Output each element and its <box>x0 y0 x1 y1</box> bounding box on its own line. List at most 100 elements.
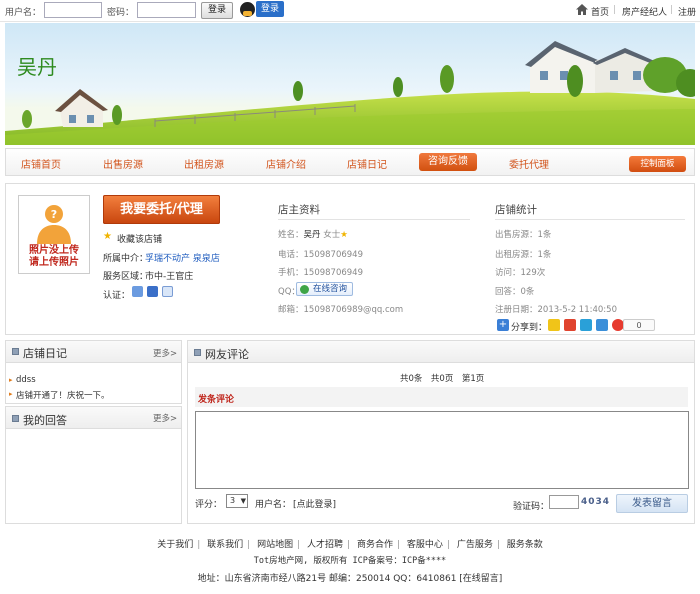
owner-mobile: 15098706949 <box>303 268 364 278</box>
svg-text:?: ? <box>51 208 57 221</box>
rent-count: 1条 <box>537 250 552 260</box>
owner-phone-row: 电话：15098706949 <box>278 248 363 260</box>
password-input[interactable] <box>137 2 196 18</box>
register-link[interactable]: 注册 <box>678 5 696 18</box>
footer-link-sitemap[interactable]: 网站地图 <box>257 540 293 550</box>
nav-shop-intro[interactable]: 店铺介绍 <box>266 156 306 171</box>
square-bullet-icon <box>12 348 19 355</box>
comments-header <box>188 341 694 363</box>
favorite-shop-link[interactable]: 收藏该店铺 <box>117 232 162 245</box>
reg-date-label: 注册日期： <box>495 305 538 315</box>
score-select[interactable]: 3 ▼ <box>226 494 248 508</box>
service-area-value: 市中-王官庄 <box>145 272 194 282</box>
mobile-label: 手机： <box>278 268 304 278</box>
square-bullet-icon <box>194 349 201 356</box>
shop-banner: 吴丹 <box>5 23 695 145</box>
owner-email: 15098706989@qq.com <box>303 305 404 315</box>
star-icon: ★ <box>103 231 112 242</box>
entrust-agency-button[interactable]: 我要委托/代理 <box>103 195 220 224</box>
answers-more-link[interactable]: 更多> <box>153 412 177 424</box>
footer-link-terms[interactable]: 服务条款 <box>507 540 543 550</box>
password-label: 密码： <box>107 8 135 18</box>
share-plus-icon[interactable]: + <box>497 319 509 331</box>
license-cert-icon <box>162 286 173 297</box>
username-label: 用户名： <box>5 8 42 18</box>
divider <box>495 219 685 220</box>
rent-label: 出租房源： <box>495 250 538 260</box>
captcha-image[interactable]: 4034 <box>581 497 610 507</box>
owner-mobile-row: 手机：15098706949 <box>278 266 363 278</box>
owner-email-row: 邮箱：15098706989@qq.com <box>278 303 403 315</box>
nav-consult-feedback[interactable]: 咨询反馈 <box>419 153 477 171</box>
footer-link-jobs[interactable]: 人才招聘 <box>307 540 343 550</box>
comments-pager: 共0条 共0页 第1页 <box>400 374 485 384</box>
tencent-weibo-share-icon[interactable] <box>580 319 592 331</box>
bullet-icon: ▸ <box>9 390 13 398</box>
owner-name: 吴丹 <box>303 230 321 240</box>
nav-entrust-agency[interactable]: 委托代理 <box>509 156 549 171</box>
qq-penguin-icon[interactable] <box>240 2 255 17</box>
login-button[interactable]: 登录 <box>201 2 233 19</box>
nav-shop-diary[interactable]: 店铺日记 <box>347 156 387 171</box>
footer-address: 地址：山东省济南市经八路21号 邮编：250014 QQ：6410861 [在线… <box>197 574 503 584</box>
agency-label: 所属中介： <box>103 254 149 264</box>
photo-missing-text: 照片没上传 请上传照片 <box>20 245 88 269</box>
qq-login-button[interactable]: 登录 <box>256 1 284 17</box>
share-label: 分享到： <box>511 323 548 333</box>
score-value: 3 <box>230 496 236 505</box>
weibo-share-icon[interactable] <box>564 319 576 331</box>
qzone-share-icon[interactable] <box>548 319 560 331</box>
footer-link-ads[interactable]: 广告服务 <box>457 540 493 550</box>
control-panel-button[interactable]: 控制面板 <box>629 156 686 172</box>
divider <box>278 219 470 220</box>
stat-rent-row: 出租房源：1条 <box>495 248 551 260</box>
post-comment-bar <box>195 387 688 407</box>
nav-for-sale[interactable]: 出售房源 <box>103 156 143 171</box>
username-input[interactable] <box>44 2 102 18</box>
answers-title: 我的回答 <box>23 414 67 427</box>
comment-user-label: 用户名： <box>255 500 292 510</box>
shop-stats-title: 店铺统计 <box>495 204 537 216</box>
footer-link-about[interactable]: 关于我们 <box>157 540 193 550</box>
nav-for-rent[interactable]: 出租房源 <box>184 156 224 171</box>
visits-count: 129次 <box>520 268 546 278</box>
captcha-input[interactable] <box>549 495 579 509</box>
login-prompt-link[interactable]: [点此登录] <box>293 497 336 510</box>
answers-label: 回答： <box>495 287 521 297</box>
owner-gender: 女士 <box>323 230 341 240</box>
name-label: 姓名： <box>278 230 304 240</box>
score-label: 评分： <box>195 500 223 510</box>
share-count: 0 <box>623 319 655 331</box>
diary-item[interactable]: ddss <box>16 375 36 385</box>
phone-label: 电话： <box>278 250 304 260</box>
footer-link-support[interactable]: 客服中心 <box>407 540 443 550</box>
comments-title: 网友评论 <box>205 348 249 361</box>
diary-title: 店铺日记 <box>23 347 67 360</box>
bullet-icon: ▸ <box>9 376 13 384</box>
home-link[interactable]: 首页 <box>591 5 609 18</box>
photo-text-line2: 请上传照片 <box>29 257 79 268</box>
nav-shop-home[interactable]: 店铺首页 <box>21 156 61 171</box>
person-placeholder-icon: ? <box>37 205 71 244</box>
footer-link-contact[interactable]: 联系我们 <box>207 540 243 550</box>
agency-link[interactable]: 孚瑞不动产 泉泉店 <box>145 251 220 264</box>
stat-visits-row: 访问：129次 <box>495 266 545 278</box>
footer-links: 关于我们 | 联系我们 | 网站地图 | 人才招聘 | 商务合作 | 客服中心 | 广告服务… <box>157 540 543 550</box>
stat-regdate-row: 注册日期：2013-5-2 11:40:50 <box>495 303 617 315</box>
id-cert-icon <box>132 286 143 297</box>
footer-link-business[interactable]: 商务合作 <box>357 540 393 550</box>
agent-link[interactable]: 房产经纪人 <box>622 5 667 18</box>
sale-label: 出售房源： <box>495 230 538 240</box>
shop-name: 吴丹 <box>17 55 57 79</box>
separator: | <box>670 5 674 15</box>
owner-name-row: 姓名：吴丹 女士★ <box>278 228 348 240</box>
sale-count: 1条 <box>537 230 552 240</box>
diary-item[interactable]: 店铺开通了！庆祝一下。 <box>16 389 110 401</box>
diary-more-link[interactable]: 更多> <box>153 347 177 359</box>
renren-share-icon[interactable] <box>596 319 608 331</box>
owner-phone: 15098706949 <box>303 250 364 260</box>
submit-comment-button[interactable]: 发表留言 <box>616 494 688 513</box>
star-icon: ★ <box>340 230 348 240</box>
reg-date: 2013-5-2 11:40:50 <box>537 305 617 315</box>
comment-textarea[interactable] <box>195 411 689 489</box>
